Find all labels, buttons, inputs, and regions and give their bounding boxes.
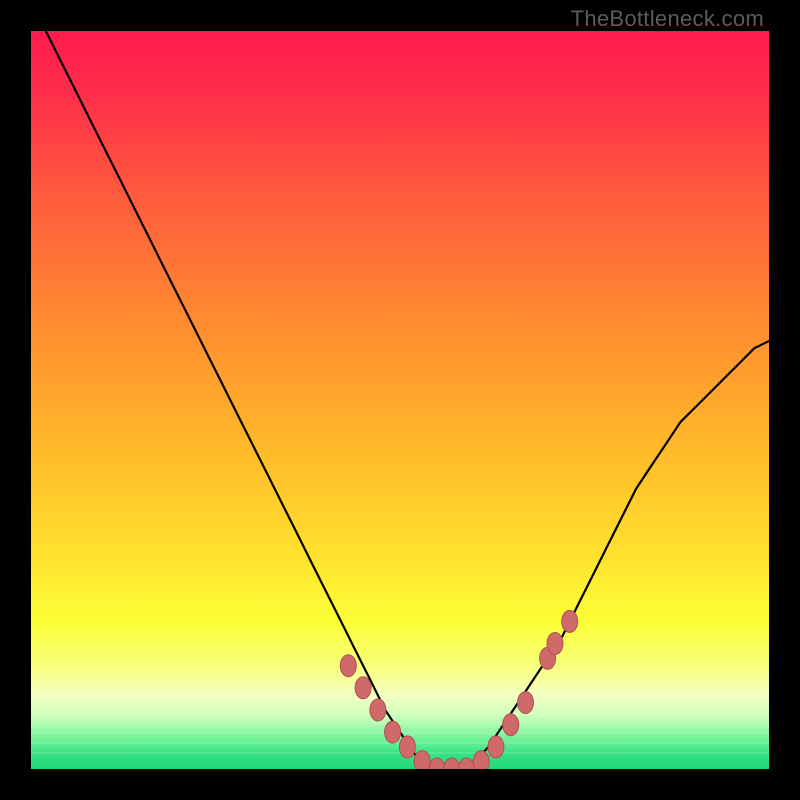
curve-marker xyxy=(518,692,534,714)
curve-path-group xyxy=(46,31,769,769)
curve-marker xyxy=(340,655,356,677)
curve-marker xyxy=(370,699,386,721)
watermark-text: TheBottleneck.com xyxy=(571,6,764,32)
curve-marker xyxy=(503,714,519,736)
curve-marker xyxy=(562,610,578,632)
frame: TheBottleneck.com xyxy=(0,0,800,800)
curve-marker xyxy=(414,751,430,769)
curve-marker xyxy=(444,758,460,769)
curve-marker xyxy=(458,758,474,769)
plot-area xyxy=(31,31,769,769)
curve-marker xyxy=(473,751,489,769)
curve-marker xyxy=(399,736,415,758)
curve-marker xyxy=(488,736,504,758)
curve-marker xyxy=(355,677,371,699)
curve-marker xyxy=(385,721,401,743)
bottleneck-curve xyxy=(31,31,769,769)
curve-marker xyxy=(429,758,445,769)
curve-path xyxy=(46,31,769,769)
curve-marker xyxy=(547,633,563,655)
